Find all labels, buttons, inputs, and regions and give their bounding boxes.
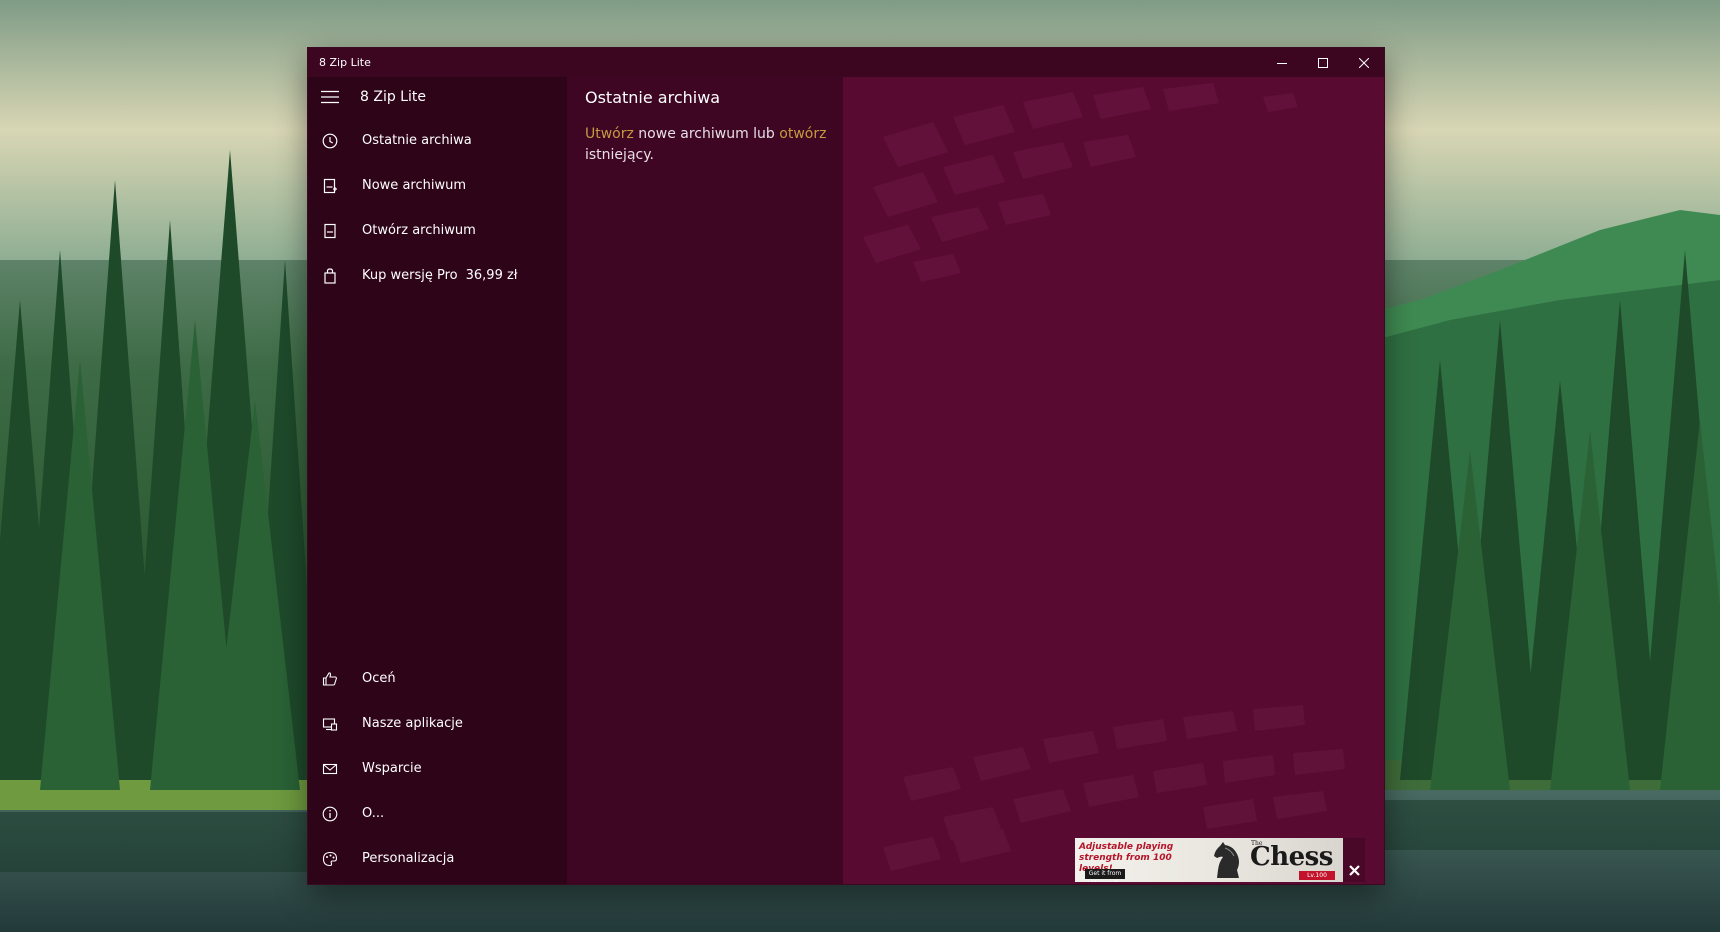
nav-item-buy-pro[interactable]: Kup wersję Pro 36,99 zł: [308, 254, 567, 298]
thumbs-up-icon: [320, 669, 340, 689]
new-archive-icon: [320, 176, 340, 196]
open-archive-icon: [320, 221, 340, 241]
content-area: [843, 77, 1384, 884]
chess-knight-icon: [1214, 842, 1239, 878]
navigation-pane: 8 Zip Lite Ostatnie archiwa Nowe archiwu…: [308, 77, 567, 884]
minimize-button[interactable]: [1261, 48, 1302, 77]
recent-archives-heading: Ostatnie archiwa: [585, 88, 721, 107]
nav-item-new-archive[interactable]: Nowe archiwum: [308, 164, 567, 208]
nav-item-label: Ostatnie archiwa: [362, 133, 472, 148]
info-icon: [320, 804, 340, 824]
nav-item-label: Oceń: [362, 671, 396, 686]
apps-icon: [320, 714, 340, 734]
background-tile-pattern: [863, 83, 1345, 871]
nav-item-label: Nasze aplikacje: [362, 716, 463, 731]
close-button[interactable]: [1343, 48, 1384, 77]
nav-item-open-archive[interactable]: Otwórz archiwum: [308, 209, 567, 253]
open-archive-link[interactable]: otwórz: [779, 126, 826, 142]
nav-item-rate[interactable]: Oceń: [308, 657, 567, 701]
close-icon: [1348, 864, 1360, 876]
nav-item-label: Otwórz archiwum: [362, 223, 476, 238]
shopping-bag-icon: [320, 266, 340, 286]
nav-item-label: Wsparcie: [362, 761, 422, 776]
nav-item-personalization[interactable]: Personalizacja: [308, 837, 567, 881]
description-end-text: istniejący.: [585, 147, 654, 163]
ad-store-badge: Get it from Microsoft: [1085, 869, 1125, 882]
window-title: 8 Zip Lite: [319, 56, 371, 69]
close-icon: [1358, 57, 1369, 68]
nav-item-about[interactable]: O...: [308, 792, 567, 836]
nav-item-support[interactable]: Wsparcie: [308, 747, 567, 791]
hamburger-menu-button[interactable]: [320, 87, 340, 107]
nav-app-title: 8 Zip Lite: [360, 89, 426, 105]
maximize-button[interactable]: [1302, 48, 1343, 77]
buy-pro-label: Kup wersję Pro: [362, 268, 458, 283]
maximize-icon: [1317, 57, 1328, 68]
recent-archives-pane: Ostatnie archiwa Utwórz nowe archiwum lu…: [567, 77, 843, 884]
advertisement-banner[interactable]: Adjustable playing strength from 100 lev…: [1075, 838, 1343, 882]
nav-header: 8 Zip Lite: [308, 77, 567, 117]
nav-item-recent-archives[interactable]: Ostatnie archiwa: [308, 119, 567, 163]
recent-archives-description: Utwórz nowe archiwum lub otwórz istnieją…: [585, 124, 835, 166]
ad-product-subtitle: Lv.100: [1299, 871, 1335, 880]
minimize-icon: [1276, 62, 1287, 64]
nav-item-our-apps[interactable]: Nasze aplikacje: [308, 702, 567, 746]
palette-icon: [320, 849, 340, 869]
hamburger-icon: [321, 90, 339, 104]
nav-item-label: Personalizacja: [362, 851, 455, 866]
nav-item-label: Kup wersję Pro 36,99 zł: [362, 268, 518, 284]
app-window: 8 Zip Lite 8 Zip Lite Ostatnie archiwa N…: [308, 48, 1384, 884]
ad-product-name: Chess: [1250, 842, 1333, 872]
nav-item-label: O...: [362, 806, 385, 821]
pro-price: 36,99 zł: [465, 268, 518, 283]
nav-item-label: Nowe archiwum: [362, 178, 466, 193]
mail-icon: [320, 759, 340, 779]
ad-close-button[interactable]: [1347, 863, 1361, 877]
title-bar[interactable]: 8 Zip Lite: [308, 48, 1384, 77]
create-archive-link[interactable]: Utwórz: [585, 126, 634, 142]
description-text: nowe archiwum lub: [633, 126, 780, 142]
clock-icon: [320, 131, 340, 151]
